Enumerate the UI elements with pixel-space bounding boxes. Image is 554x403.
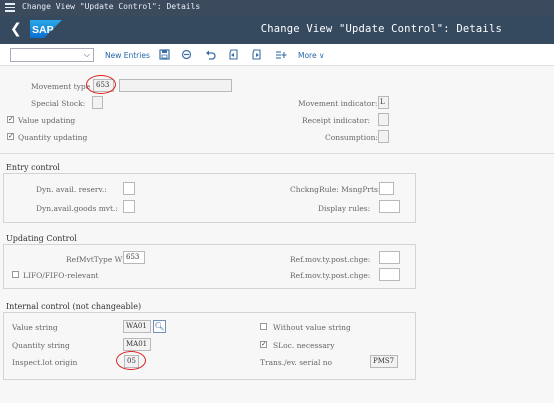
dyn-avail-goods-field[interactable] xyxy=(123,200,135,213)
trans-ev-serial-field[interactable]: PMS7 xyxy=(370,355,398,368)
page-title: Change View "Update Control": Details xyxy=(260,23,502,35)
shell-header: ❮ SAP Change View "Update Control": Deta… xyxy=(0,16,554,44)
hamburger-menu-icon[interactable] xyxy=(5,3,15,12)
quantity-updating-checkbox[interactable]: ✓ xyxy=(7,133,14,140)
movement-type-label: Movement type xyxy=(31,82,91,91)
more-menu-button[interactable]: More ∨ xyxy=(298,51,324,60)
deselect-icon[interactable] xyxy=(180,49,192,61)
back-icon[interactable]: ❮ xyxy=(10,21,22,37)
consumption-label: Consumption: xyxy=(325,133,378,142)
receipt-indicator-field[interactable] xyxy=(378,113,389,126)
chckng-rule-label: ChckngRule: MsngPrts: xyxy=(290,185,381,194)
without-value-string-label: Without value string xyxy=(273,323,351,332)
sap-logo: SAP xyxy=(30,20,62,38)
ref-mov-post-chge-label-2: Ref.mov.ty.post.chge: xyxy=(290,271,371,280)
dyn-avail-reserv-field[interactable] xyxy=(123,182,135,195)
ref-mov-post-chge-field-1[interactable] xyxy=(379,251,400,264)
sloc-necessary-label: SLoc. necessary xyxy=(273,341,335,350)
sap-logo-text: SAP xyxy=(32,24,54,36)
internal-control-title: Internal control (not changeable) xyxy=(6,302,142,311)
search-help-icon[interactable]: 🔍︎ xyxy=(153,320,166,333)
entry-control-section xyxy=(3,173,416,223)
lifo-fifo-checkbox[interactable] xyxy=(12,271,19,278)
entry-control-title: Entry control xyxy=(6,163,60,172)
command-field-dropdown[interactable]: ⌵ xyxy=(10,48,94,62)
dyn-avail-goods-label: Dyn.avail.goods mvt.: xyxy=(36,204,118,213)
highlight-circle xyxy=(86,75,116,94)
window-titlebar: Change View "Update Control": Details xyxy=(0,0,554,16)
receipt-indicator-label: Receipt indicator: xyxy=(302,116,371,125)
quantity-string-label: Quantity string xyxy=(12,341,70,350)
new-entries-button[interactable]: New Entries xyxy=(105,51,150,60)
movement-indicator-field[interactable]: L xyxy=(378,96,389,109)
display-rules-field[interactable] xyxy=(379,200,400,213)
sloc-necessary-checkbox[interactable]: ✓ xyxy=(260,341,267,348)
inspect-lot-origin-label: Inspect.lot origin xyxy=(12,358,78,367)
highlight-circle xyxy=(116,351,146,370)
chckng-rule-field[interactable] xyxy=(379,182,394,195)
special-stock-label: Special Stock: xyxy=(31,99,86,108)
save-icon[interactable] xyxy=(158,49,170,61)
value-updating-label: Value updating xyxy=(18,116,76,125)
quantity-updating-label: Quantity updating xyxy=(18,133,88,142)
customizing-icon[interactable] xyxy=(275,49,287,61)
movement-type-text-field xyxy=(119,79,232,92)
ref-mov-post-chge-field-2[interactable] xyxy=(379,268,400,281)
undo-icon[interactable] xyxy=(204,49,216,61)
special-stock-field[interactable] xyxy=(92,96,103,109)
lifo-fifo-label: LIFO/FIFO-relevant xyxy=(23,271,99,280)
trans-ev-serial-label: Trans./ev. serial no xyxy=(260,358,333,367)
consumption-field[interactable] xyxy=(378,130,389,143)
value-updating-checkbox[interactable]: ✓ xyxy=(7,116,14,123)
window-title: Change View "Update Control": Details xyxy=(22,2,201,11)
ref-mvt-type-wm-field[interactable]: 653 xyxy=(123,251,145,264)
display-rules-label: Display rules: xyxy=(318,204,371,213)
dyn-avail-reserv-label: Dyn. avail. reserv.: xyxy=(36,185,107,194)
quantity-string-field[interactable]: MA01 xyxy=(123,338,151,351)
divider xyxy=(0,153,554,154)
previous-entry-icon[interactable] xyxy=(227,49,239,61)
movement-indicator-label: Movement indicator: xyxy=(298,99,378,108)
updating-control-title: Updating Control xyxy=(6,234,77,243)
value-string-label: Value string xyxy=(12,323,58,332)
ref-mov-post-chge-label-1: Ref.mov.ty.post.chge: xyxy=(290,255,371,264)
value-string-field[interactable]: WA01 xyxy=(123,320,151,333)
updating-control-section xyxy=(3,244,416,289)
chevron-down-icon[interactable]: ⌵ xyxy=(84,50,90,60)
without-value-string-checkbox[interactable] xyxy=(260,323,267,330)
toolbar: ⌵ New Entries More ∨ xyxy=(0,44,554,66)
next-entry-icon[interactable] xyxy=(250,49,262,61)
